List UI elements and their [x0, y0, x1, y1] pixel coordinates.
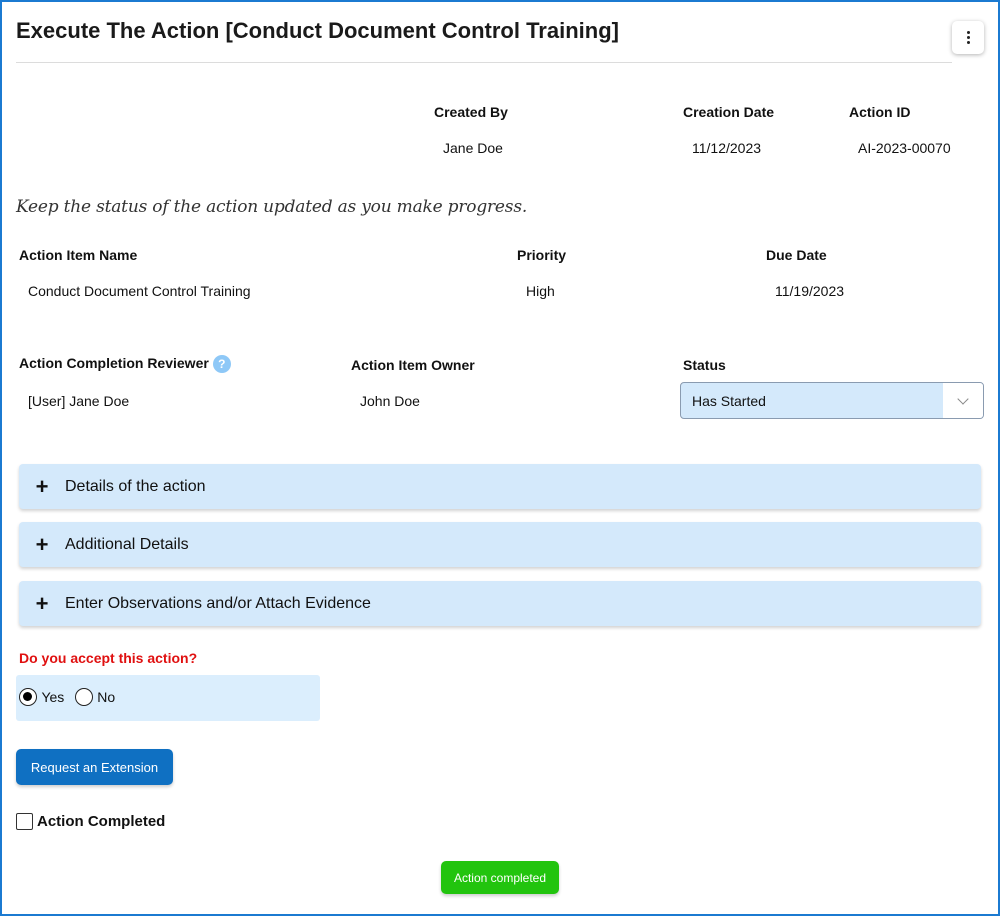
owner-label: Action Item Owner [351, 357, 475, 373]
radio-yes-label[interactable]: Yes [41, 689, 64, 705]
action-completed-checkbox[interactable] [16, 813, 33, 830]
title-divider [16, 62, 952, 63]
chevron-down-icon [957, 392, 969, 405]
priority-value: High [526, 283, 555, 299]
reviewer-label: Action Completion Reviewer [19, 355, 209, 371]
action-item-name-value: Conduct Document Control Training [28, 283, 251, 299]
accordion-details-of-action[interactable]: + Details of the action [19, 464, 981, 509]
action-completed-checkbox-label[interactable]: Action Completed [37, 813, 165, 830]
accordion-observations-evidence[interactable]: + Enter Observations and/or Attach Evide… [19, 581, 981, 626]
status-select-value: Has Started [692, 393, 766, 409]
reviewer-label-row: Action Completion Reviewer? [19, 355, 231, 374]
status-select[interactable]: Has Started [680, 382, 984, 419]
priority-label: Priority [517, 247, 567, 263]
plus-icon: + [35, 531, 49, 557]
creation-date-label: Creation Date [683, 104, 775, 120]
created-by-value: Jane Doe [443, 140, 503, 156]
action-id-value: AI-2023-00070 [858, 140, 951, 156]
radio-yes[interactable] [19, 688, 37, 706]
page-title: Execute The Action [Conduct Document Con… [16, 18, 619, 43]
due-date-label: Due Date [766, 247, 827, 263]
accordion-label: Details of the action [65, 477, 206, 495]
action-completed-button[interactable]: Action completed [441, 861, 559, 894]
created-by-label: Created By [434, 104, 508, 120]
action-id-label: Action ID [849, 104, 911, 120]
accordion-label: Enter Observations and/or Attach Evidenc… [65, 594, 371, 612]
accept-radio-group: Yes No [16, 675, 320, 721]
radio-no-label[interactable]: No [97, 689, 115, 705]
accordion-label: Additional Details [65, 535, 189, 553]
help-icon[interactable]: ? [212, 355, 231, 374]
request-extension-button[interactable]: Request an Extension [16, 749, 173, 785]
plus-icon: + [35, 590, 49, 616]
radio-no[interactable] [74, 688, 93, 706]
due-date-value: 11/19/2023 [775, 283, 845, 299]
more-vertical-icon [966, 31, 970, 44]
more-options-button[interactable] [952, 21, 984, 54]
status-label: Status [683, 357, 726, 373]
owner-value: John Doe [360, 393, 420, 409]
accept-question: Do you accept this action? [19, 650, 198, 666]
status-select-toggle[interactable] [943, 383, 983, 418]
action-item-name-label: Action Item Name [19, 247, 138, 263]
reviewer-value: [User] Jane Doe [28, 393, 130, 409]
status-hint: Keep the status of the action updated as… [16, 197, 528, 217]
creation-date-value: 11/12/2023 [692, 140, 762, 156]
accordion-additional-details[interactable]: + Additional Details [19, 522, 981, 567]
plus-icon: + [35, 473, 49, 499]
